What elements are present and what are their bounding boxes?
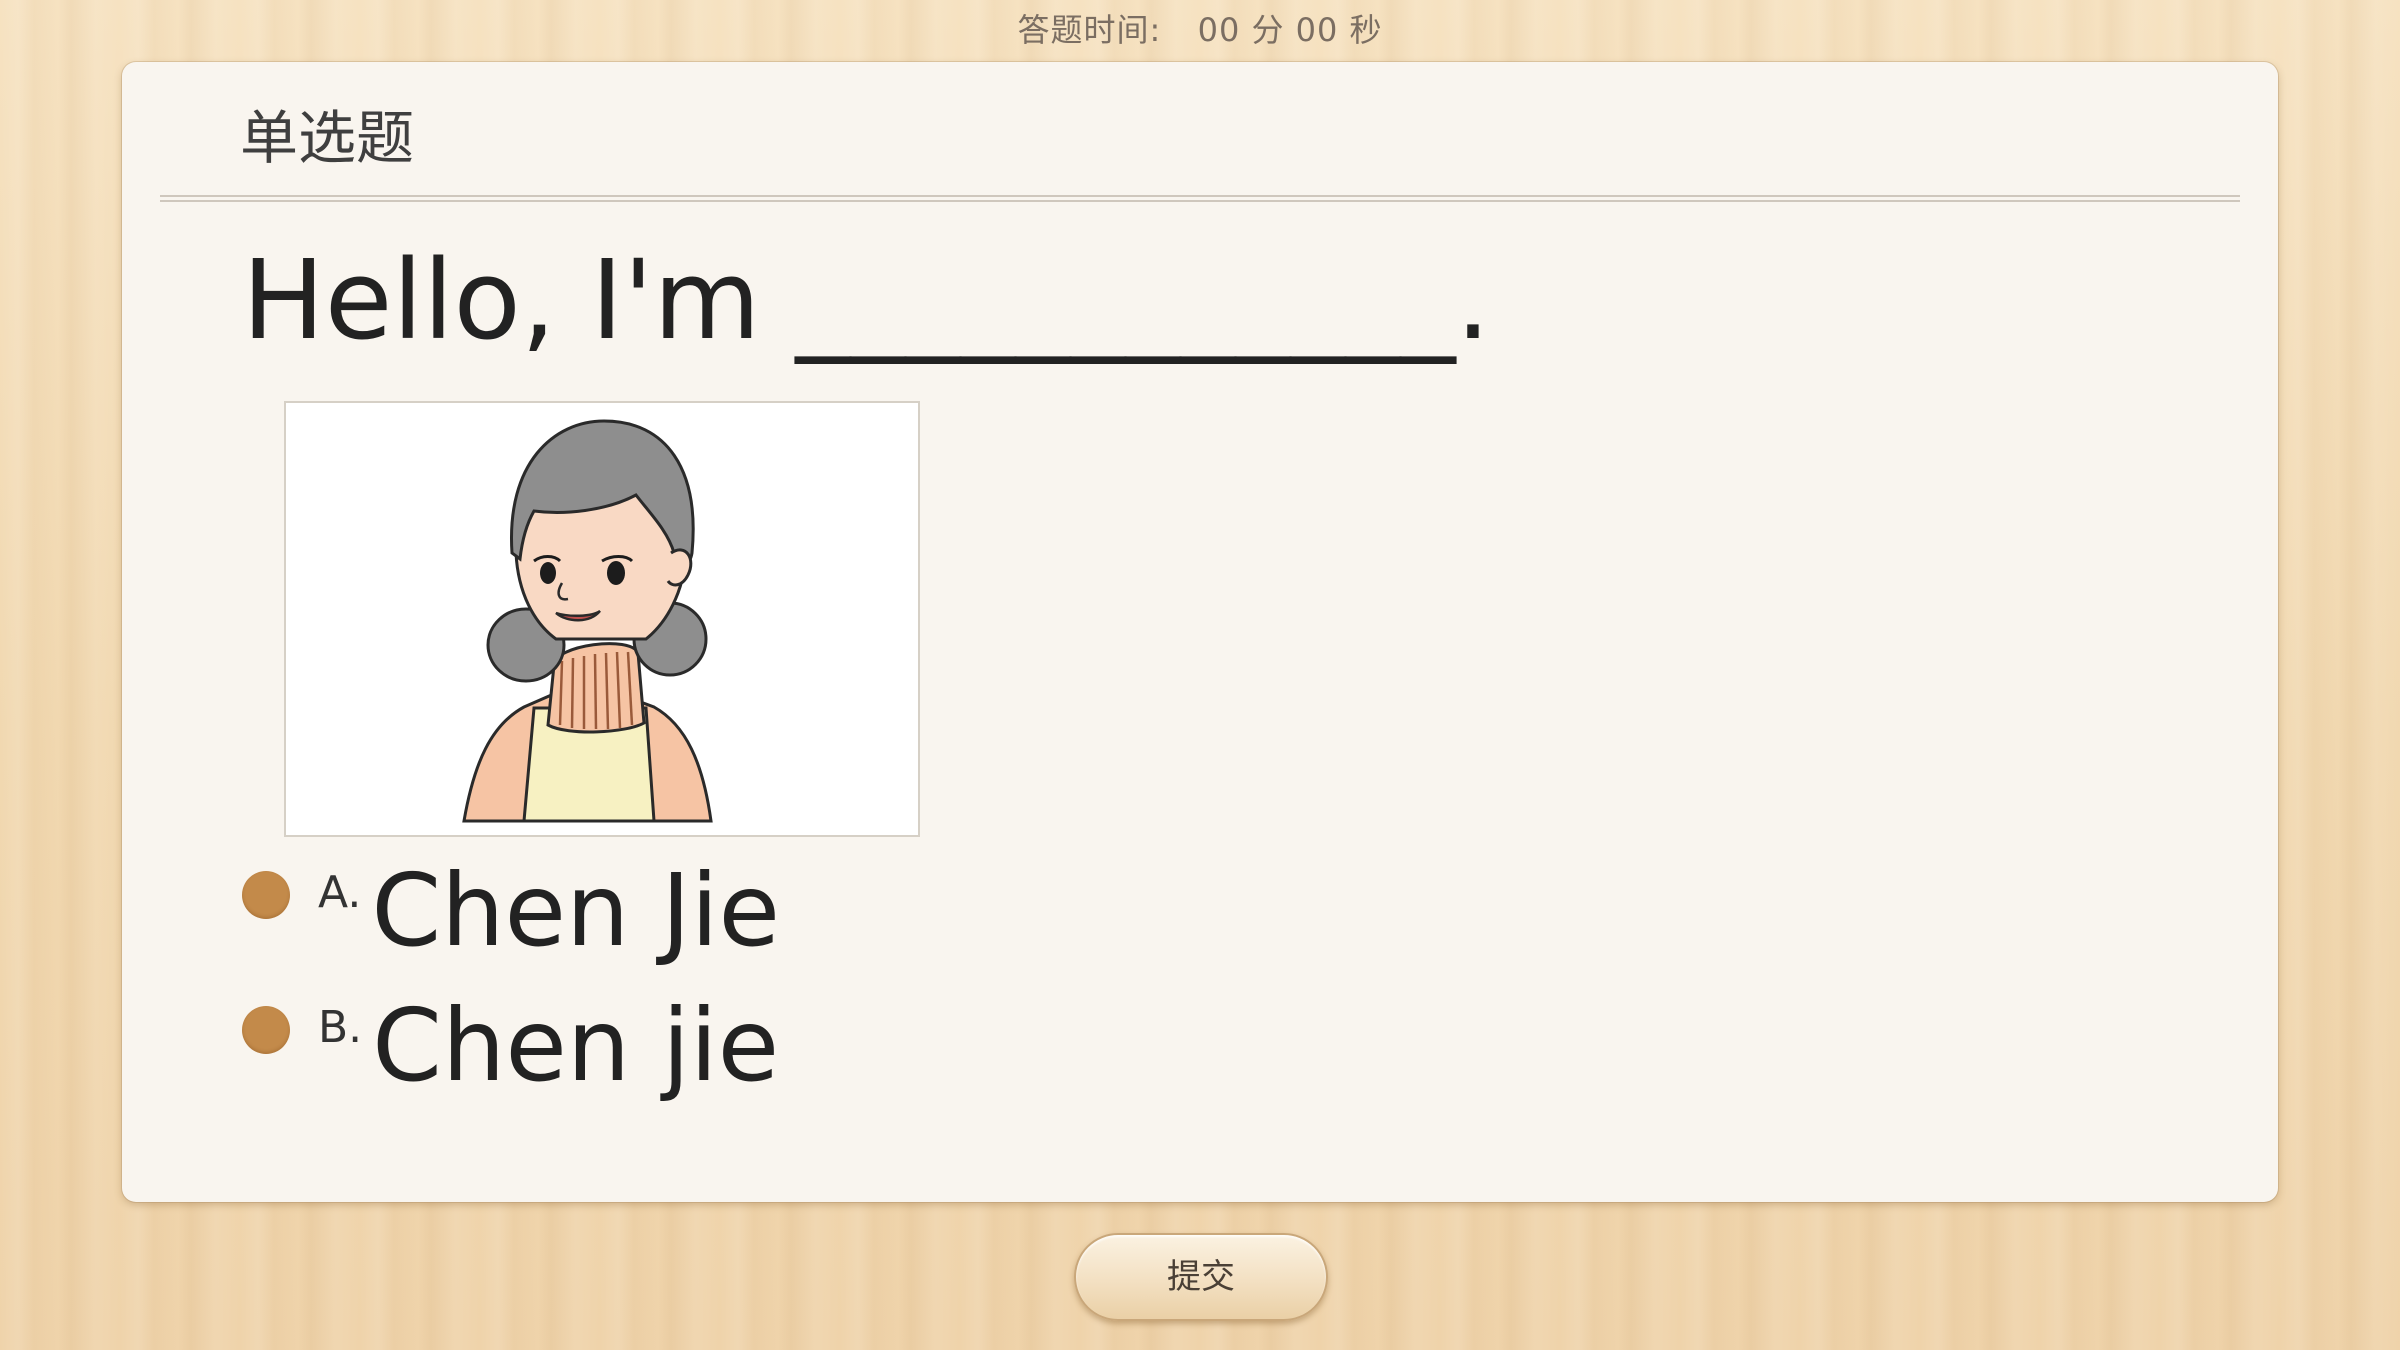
option-a-radio[interactable] (242, 871, 290, 919)
submit-button[interactable]: 提交 (1074, 1233, 1328, 1321)
question-illustration (284, 401, 920, 837)
timer-minutes-unit: 分 (1251, 11, 1285, 49)
timer-seconds-unit: 秒 (1349, 11, 1383, 49)
option-b-letter: B. (318, 1002, 363, 1053)
option-a-letter: A. (318, 867, 362, 918)
answer-timer: 答题时间: 00 分 00 秒 (0, 8, 2400, 52)
timer-label: 答题时间: (1017, 11, 1162, 49)
option-a-text[interactable]: Chen Jie (371, 852, 780, 970)
question-type-title: 单选题 (240, 104, 415, 172)
timer-seconds: 00 (1295, 11, 1339, 49)
option-b-text[interactable]: Chen jie (372, 987, 779, 1105)
girl-illustration (462, 419, 713, 823)
option-b[interactable]: B. Chen jie (242, 987, 779, 1107)
option-a[interactable]: A. Chen Jie (242, 852, 780, 972)
option-b-radio[interactable] (242, 1006, 290, 1054)
timer-minutes: 00 (1197, 11, 1241, 49)
header-divider (160, 195, 2240, 202)
question-card: 单选题 Hello, I'm ____________. A. Chen Jie… (122, 62, 2278, 1202)
question-prompt: Hello, I'm ____________. (242, 236, 1491, 364)
